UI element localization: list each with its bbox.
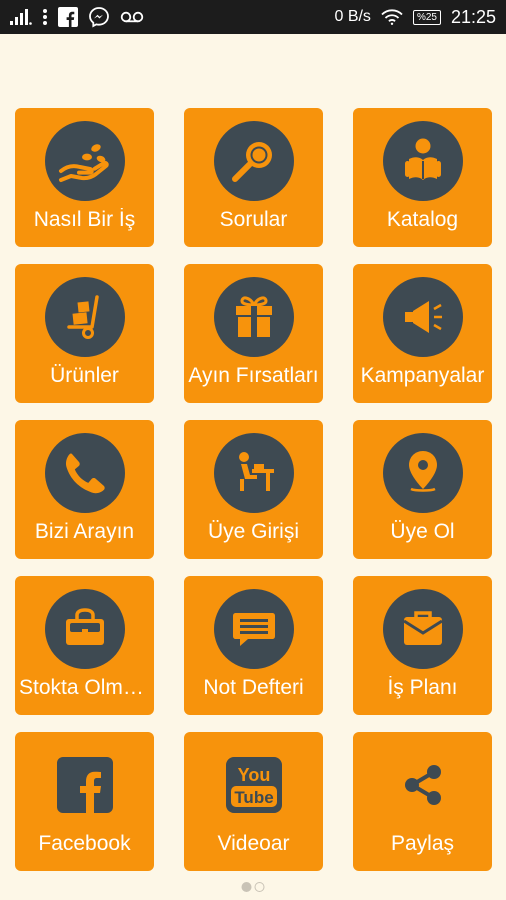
tile-label: Üye Ol [390, 520, 455, 543]
tile-urunler[interactable]: Ürünler [15, 264, 154, 403]
tile-label: Kampanyalar [360, 364, 485, 387]
bag-icon [44, 589, 125, 669]
tile-label: Videoar [217, 832, 290, 855]
tile-label: Bizi Arayın [34, 520, 135, 543]
share-icon [383, 745, 463, 825]
reader-book-icon [382, 121, 463, 201]
gift-box-icon [213, 277, 294, 357]
tile-label: Ürünler [50, 364, 119, 387]
tile-facebook[interactable]: Facebook [15, 732, 154, 871]
tile-stokta-olmayanlar[interactable]: Stokta Olmayanlar [15, 576, 154, 715]
tile-label: Ayın Fırsatları [188, 364, 319, 387]
status-bar-right: 0 B/s %25 21:25 [334, 7, 496, 28]
voicemail-icon [120, 10, 144, 24]
tile-label: Sorular [219, 208, 288, 231]
tile-label: Not Defteri [203, 676, 304, 699]
battery-icon: %25 [412, 9, 441, 25]
map-pin-icon [382, 433, 463, 513]
tile-label: Katalog [386, 208, 459, 231]
svg-text:You: You [237, 765, 270, 785]
tile-bizi-arayin[interactable]: Bizi Arayın [15, 420, 154, 559]
status-bar: 0 B/s %25 21:25 [0, 0, 506, 34]
phone-icon [44, 433, 125, 513]
tile-is-plani[interactable]: İş Planı [353, 576, 492, 715]
page-dot-2[interactable] [254, 882, 265, 892]
tile-katalog[interactable]: Katalog [353, 108, 492, 247]
tile-label: İş Planı [387, 676, 458, 699]
tile-sorular[interactable]: Sorular [184, 108, 323, 247]
youtube-icon: You Tube [214, 745, 294, 825]
tile-paylas[interactable]: Paylaş [353, 732, 492, 871]
menu-grid: Nasıl Bir İş Sorular Katalog Ürünler Ayı… [15, 108, 492, 871]
chat-bubble-icon [213, 589, 294, 669]
status-bar-left [10, 6, 144, 28]
megaphone-icon [382, 277, 463, 357]
menu-dots-icon [42, 8, 48, 26]
tile-uye-girisi[interactable]: Üye Girişi [184, 420, 323, 559]
page-indicator [241, 882, 265, 892]
briefcase-icon [382, 589, 463, 669]
tile-uye-ol[interactable]: Üye Ol [353, 420, 492, 559]
facebook-square-icon [45, 745, 125, 825]
magnifier-icon [213, 121, 294, 201]
tile-label: Stokta Olmayanlar [19, 676, 150, 699]
tile-label: Facebook [38, 832, 131, 855]
clock: 21:25 [450, 6, 496, 27]
tile-kampanyalar[interactable]: Kampanyalar [353, 264, 492, 403]
net-speed: 0 B/s [334, 8, 371, 25]
tile-label: Üye Girişi [207, 520, 299, 543]
person-desk-icon [213, 433, 294, 513]
wifi-icon [381, 9, 403, 25]
tile-nasil-bir-is[interactable]: Nasıl Bir İş [15, 108, 154, 247]
messenger-icon [88, 6, 110, 28]
tile-label: Nasıl Bir İş [33, 208, 136, 231]
tile-not-defteri[interactable]: Not Defteri [184, 576, 323, 715]
signal-icon [10, 9, 32, 25]
hand-coins-icon [44, 121, 125, 201]
tile-videoar[interactable]: You Tube Videoar [184, 732, 323, 871]
svg-text:Tube: Tube [234, 788, 273, 807]
facebook-icon [58, 7, 78, 27]
tile-ayin-firsatlari[interactable]: Ayın Fırsatları [184, 264, 323, 403]
hand-truck-icon [44, 277, 125, 357]
page-dot-1[interactable] [241, 882, 252, 892]
tile-label: Paylaş [390, 832, 455, 855]
